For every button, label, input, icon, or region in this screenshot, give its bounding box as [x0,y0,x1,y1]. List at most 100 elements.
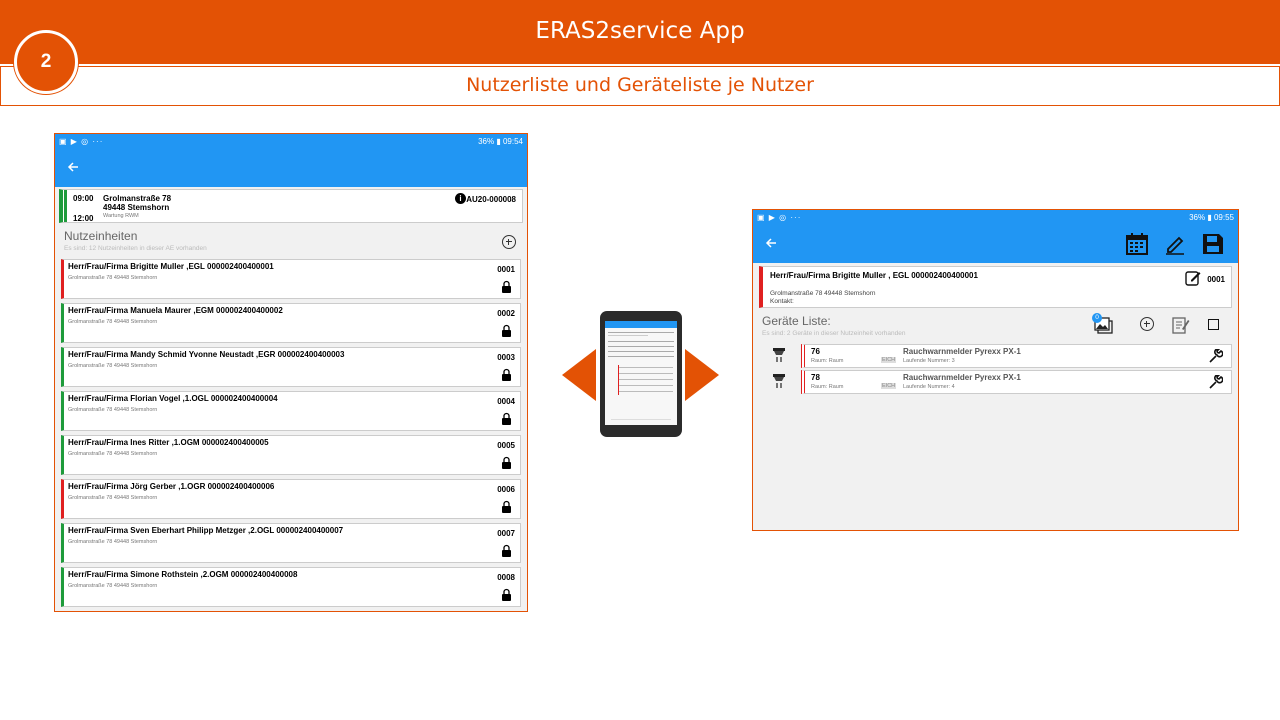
order-card[interactable]: 09:00 12:00 Grolmanstraße 78 49448 Stems… [59,189,523,223]
notes-icon[interactable] [1172,315,1190,340]
lock-icon [502,324,511,337]
device-number: 76 [811,347,820,356]
table-row[interactable]: 78 Raum: Raum EICH Rauchwarnmelder Pyrex… [759,370,1232,394]
device-number: 78 [811,373,820,382]
lock-icon [502,544,511,557]
add-circle-icon[interactable] [502,235,516,249]
calendar-icon[interactable] [1124,231,1150,257]
unit-name: Herr/Frau/Firma Manuela Maurer ,EGM 0000… [68,306,283,315]
section-title: Nutzeinheiten [64,229,138,243]
unit-address: Grolmanstraße 78 49448 Stemshorn [68,363,158,369]
device-eich: EICH [881,383,897,389]
slide-subtitle: Nutzerliste und Geräteliste je Nutzer [466,74,814,96]
app-bar [55,149,527,187]
list-item[interactable]: Herr/Frau/Firma Simone Rothstein ,2.OGM … [61,567,521,607]
section-info: Es sind: 2 Geräte in dieser Nutzeinheit … [762,330,906,337]
order-number: AU20-000008 [466,195,516,204]
unit-address: Grolmanstraße 78 49448 Stemshorn [68,407,158,413]
section-nutzeinheiten: Nutzeinheiten Es sind: 12 Nutzeinheiten … [55,223,527,259]
device-room: Raum: Raum [811,358,844,364]
device-type: Rauchwarnmelder Pyrexx PX-1 [903,347,1021,356]
device-card: 78 Raum: Raum EICH Rauchwarnmelder Pyrex… [801,370,1232,394]
nutzeinheit-name: Herr/Frau/Firma Brigitte Muller , EGL 00… [770,271,978,280]
arrow-left-icon[interactable] [765,236,785,252]
list-item[interactable]: Herr/Frau/Firma Manuela Maurer ,EGM 0000… [61,303,521,343]
smoke-detector-icon [773,348,785,362]
photo-count-badge: 0 [1092,313,1102,323]
unit-number: 0006 [497,485,515,494]
status-clock: 36% ▮ 09:55 [1189,213,1234,222]
unit-number: 0008 [497,573,515,582]
list-item[interactable]: Herr/Frau/Firma Florian Vogel ,1.OGL 000… [61,391,521,431]
checkbox[interactable] [1208,319,1219,330]
lock-icon [502,500,511,513]
status-bar: ▣ ▶ ◎ ··· 36% ▮ 09:54 [55,134,527,149]
device-eich: EICH [881,357,897,363]
device-card: 76 Raum: Raum EICH Rauchwarnmelder Pyrex… [801,344,1232,368]
status-bar: ▣ ▶ ◎ ··· 36% ▮ 09:55 [753,210,1238,225]
screen-geraeteliste: ▣ ▶ ◎ ··· 36% ▮ 09:55 Herr/Frau/Firma Br… [752,209,1239,531]
nutzeinheit-contact: Kontakt: [770,298,794,305]
info-icon[interactable]: i [455,193,466,204]
unit-number: 0002 [497,309,515,318]
section-title: Geräte Liste: [762,314,831,328]
order-time-start: 09:00 [73,194,94,203]
edit-icon[interactable] [1185,270,1201,286]
tablet-screen [605,321,677,425]
unit-name: Herr/Frau/Firma Ines Ritter ,1.OGM 00000… [68,438,269,447]
order-time-end: 12:00 [73,214,94,223]
order-city: 49448 Stemshorn [103,203,170,212]
wrench-icon[interactable] [1209,349,1223,363]
unit-number: 0001 [497,265,515,274]
unit-name: Herr/Frau/Firma Florian Vogel ,1.OGL 000… [68,394,278,403]
lock-icon [502,588,511,601]
nutzeinheit-number: 0001 [1207,275,1225,284]
unit-address: Grolmanstraße 78 49448 Stemshorn [68,319,158,325]
signature-icon[interactable] [1162,231,1188,257]
device-sequence: Laufende Nummer: 4 [903,384,955,390]
order-street: Grolmanstraße 78 [103,194,172,203]
status-clock: 36% ▮ 09:54 [478,137,523,146]
nutzeinheit-address: Grolmanstraße 78 49448 Stemshorn [770,290,876,297]
unit-name: Herr/Frau/Firma Brigitte Muller ,EGL 000… [68,262,274,271]
unit-address: Grolmanstraße 78 49448 Stemshorn [68,495,158,501]
unit-number: 0003 [497,353,515,362]
section-info: Es sind: 12 Nutzeinheiten in dieser AE v… [64,245,207,252]
list-item[interactable]: Herr/Frau/Firma Jörg Gerber ,1.OGR 00000… [61,479,521,519]
arrow-right-icon [685,349,719,401]
unit-address: Grolmanstraße 78 49448 Stemshorn [68,275,158,281]
lock-icon [502,456,511,469]
add-circle-icon[interactable] [1140,317,1154,331]
unit-name: Herr/Frau/Firma Simone Rothstein ,2.OGM … [68,570,298,579]
lock-icon [502,368,511,381]
section-geraete: Geräte Liste: Es sind: 2 Geräte in diese… [753,308,1238,344]
list-item[interactable]: Herr/Frau/Firma Brigitte Muller ,EGL 000… [61,259,521,299]
wrench-icon[interactable] [1209,375,1223,389]
unit-number: 0004 [497,397,515,406]
app-title: ERAS2service App [535,18,745,44]
list-item[interactable]: Herr/Frau/Firma Ines Ritter ,1.OGM 00000… [61,435,521,475]
list-item[interactable]: Herr/Frau/Firma Mandy Schmid Yvonne Neus… [61,347,521,387]
unit-address: Grolmanstraße 78 49448 Stemshorn [68,583,158,589]
lock-icon [502,412,511,425]
status-icons: ▣ ▶ ◎ ··· [757,213,802,222]
order-service: Wartung RWM [103,213,139,219]
smoke-detector-icon [773,374,785,388]
table-row[interactable]: 76 Raum: Raum EICH Rauchwarnmelder Pyrex… [759,344,1232,368]
device-sequence: Laufende Nummer: 3 [903,358,955,364]
device-room: Raum: Raum [811,384,844,390]
arrow-left-icon[interactable] [67,160,87,176]
tablet-icon [600,311,682,437]
unit-name: Herr/Frau/Firma Sven Eberhart Philipp Me… [68,526,344,535]
unit-number: 0007 [497,529,515,538]
device-type: Rauchwarnmelder Pyrexx PX-1 [903,373,1021,382]
list-item[interactable]: Herr/Frau/Firma Sven Eberhart Philipp Me… [61,523,521,563]
status-icons: ▣ ▶ ◎ ··· [59,137,104,146]
step-badge: 2 [14,30,78,94]
unit-name: Herr/Frau/Firma Mandy Schmid Yvonne Neus… [68,350,345,359]
lock-icon [502,280,511,293]
save-icon[interactable] [1200,231,1226,257]
device-list: 76 Raum: Raum EICH Rauchwarnmelder Pyrex… [753,344,1238,394]
app-bar [753,225,1238,263]
arrow-left-icon [562,349,596,401]
